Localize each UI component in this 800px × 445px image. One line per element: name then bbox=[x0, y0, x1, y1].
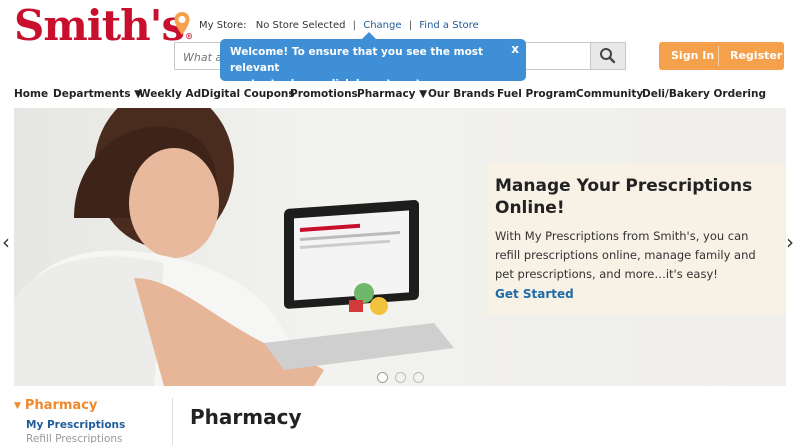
my-store-label: My Store: bbox=[199, 20, 247, 31]
logo-text: Smith's bbox=[14, 1, 185, 50]
nav-weekly-ad[interactable]: Weekly Ad bbox=[139, 88, 201, 100]
sidebar-item-refill-prescriptions[interactable]: Refill Prescriptions bbox=[26, 433, 162, 443]
separator: | bbox=[352, 20, 357, 31]
page-title: Pharmacy bbox=[190, 405, 302, 429]
promo-body-line-2: refill prescriptions online, manage fami… bbox=[495, 248, 756, 262]
change-store-link[interactable]: Change bbox=[363, 20, 401, 31]
divider bbox=[718, 46, 719, 66]
separator: | bbox=[408, 20, 413, 31]
triangle-down-icon: ▼ bbox=[14, 401, 21, 411]
promo-body-line-1: With My Prescriptions from Smith's, you … bbox=[495, 229, 749, 243]
search-icon bbox=[600, 48, 616, 64]
promo-title-line-2: Online! bbox=[495, 198, 565, 218]
sidebar: ▼ Pharmacy My Prescriptions Refill Prescr… bbox=[14, 398, 162, 443]
get-started-link[interactable]: Get Started bbox=[495, 287, 777, 301]
search-button[interactable] bbox=[590, 43, 625, 69]
sidebar-heading[interactable]: ▼ Pharmacy bbox=[14, 398, 162, 413]
close-icon[interactable]: x bbox=[511, 41, 519, 57]
sidebar-heading-label: Pharmacy bbox=[24, 398, 98, 413]
nav-home[interactable]: Home bbox=[14, 88, 48, 100]
sign-in-button[interactable]: Sign In bbox=[671, 49, 714, 62]
sidebar-item-my-prescriptions[interactable]: My Prescriptions bbox=[26, 419, 162, 431]
carousel-dot[interactable] bbox=[413, 372, 424, 383]
register-button[interactable]: Register bbox=[730, 49, 782, 62]
nav-our-brands[interactable]: Our Brands bbox=[428, 88, 495, 100]
smiths-logo[interactable]: Smith's® bbox=[14, 1, 193, 50]
nav-fuel-program[interactable]: Fuel Program bbox=[497, 88, 576, 100]
promo-body-line-3: pet prescriptions, and more…it's easy! bbox=[495, 267, 718, 281]
find-store-link[interactable]: Find a Store bbox=[419, 20, 478, 31]
nav-digital-coupons[interactable]: Digital Coupons bbox=[201, 88, 295, 100]
hero-promo-box: Manage Your Prescriptions Online! With M… bbox=[487, 163, 785, 315]
location-pin-icon bbox=[174, 12, 190, 35]
carousel-dot[interactable] bbox=[377, 372, 388, 383]
nav-departments[interactable]: Departments ▼ bbox=[53, 88, 142, 100]
hero-photo bbox=[14, 108, 454, 386]
preferred-store-tooltip[interactable]: Welcome! To ensure that you see the most… bbox=[220, 32, 526, 106]
auth-box: Sign In Register bbox=[659, 42, 784, 70]
carousel-dot[interactable] bbox=[395, 372, 406, 383]
carousel-prev-icon[interactable]: ‹ bbox=[2, 230, 10, 254]
nav-deli-bakery-ordering[interactable]: Deli/Bakery Ordering bbox=[642, 88, 766, 100]
store-selector: My Store: No Store Selected | Change | F… bbox=[199, 20, 479, 31]
selected-store: No Store Selected bbox=[255, 20, 346, 31]
tooltip-line-1: Welcome! To ensure that you see the most… bbox=[230, 46, 484, 74]
divider bbox=[172, 398, 173, 445]
nav-promotions[interactable]: Promotions bbox=[290, 88, 358, 100]
nav-community[interactable]: Community bbox=[576, 88, 643, 100]
nav-pharmacy[interactable]: Pharmacy ▼ bbox=[357, 88, 427, 100]
promo-title-line-1: Manage Your Prescriptions bbox=[495, 176, 753, 196]
carousel-next-icon[interactable]: › bbox=[786, 230, 794, 254]
